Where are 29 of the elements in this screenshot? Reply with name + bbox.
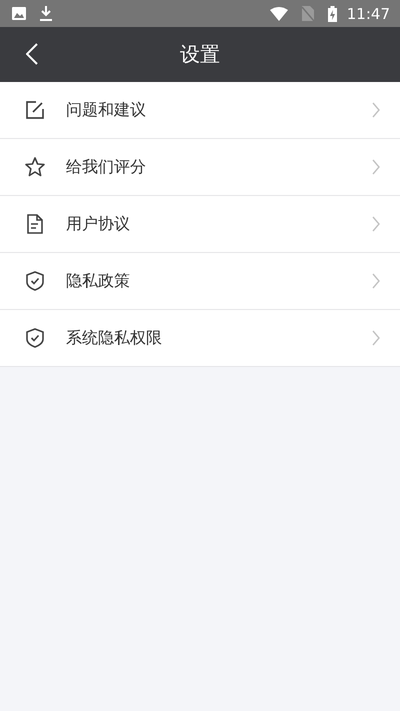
settings-item[interactable]: 用户协议 [0,196,400,253]
chevron-right-icon [372,159,380,175]
settings-item[interactable]: 问题和建议 [0,82,400,139]
item-label: 给我们评分 [66,156,147,178]
battery-charging-icon [328,6,337,22]
settings-item[interactable]: 给我们评分 [0,139,400,196]
shield-check-icon [24,270,46,292]
shield-check-icon [24,327,46,349]
back-icon [26,43,38,65]
image-icon [12,7,26,20]
settings-item[interactable]: 系统隐私权限 [0,310,400,367]
chevron-right-icon [372,216,380,232]
download-icon [40,6,52,21]
no-sim-icon [302,6,314,21]
chevron-right-icon [372,102,380,118]
item-label: 隐私政策 [66,270,131,292]
back-button[interactable] [26,43,38,65]
edit-icon [24,99,46,121]
clock: 11:47 [346,4,390,22]
item-label: 问题和建议 [66,100,147,120]
star-icon [24,156,46,178]
item-label: 系统隐私权限 [66,328,163,348]
chevron-right-icon [372,273,380,289]
settings-item[interactable]: 隐私政策 [0,253,400,310]
page-title: 设置 [180,41,220,68]
chevron-right-icon [372,330,380,346]
item-label: 用户协议 [66,214,131,234]
wifi-icon [270,6,288,20]
document-icon [24,213,46,235]
